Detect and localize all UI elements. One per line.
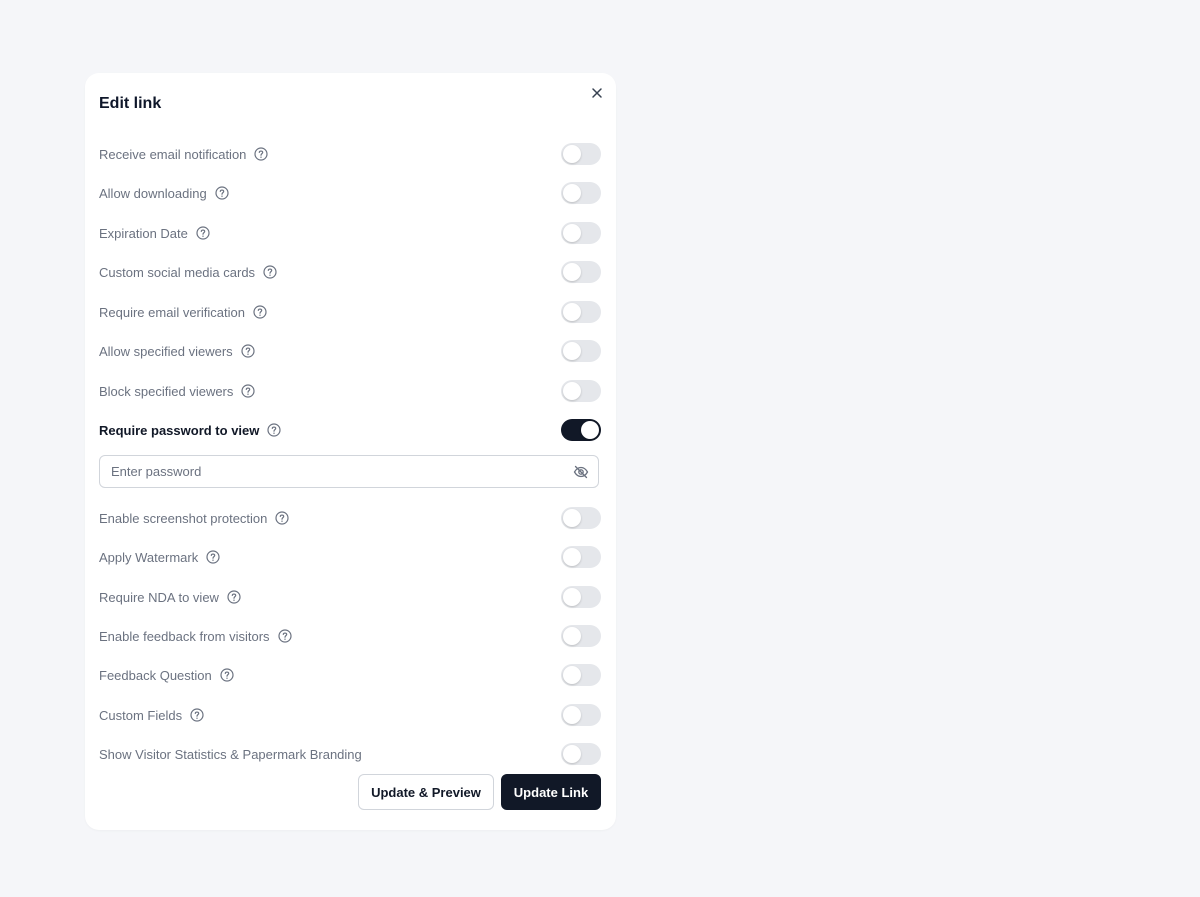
toggle-switch[interactable] xyxy=(561,419,601,441)
setting-row-feedback: Enable feedback from visitors xyxy=(99,624,601,648)
setting-label: Allow specified viewers xyxy=(99,343,233,359)
setting-row-social-cards: Custom social media cards xyxy=(99,260,601,284)
setting-row-expiration-date: Expiration Date xyxy=(99,221,601,245)
setting-label: Require password to view xyxy=(99,422,260,438)
setting-row-allow-downloading: Allow downloading xyxy=(99,181,601,205)
toggle-switch[interactable] xyxy=(561,143,601,165)
help-icon[interactable] xyxy=(196,226,210,240)
help-icon[interactable] xyxy=(277,629,292,643)
close-icon[interactable] xyxy=(589,85,605,101)
help-icon[interactable] xyxy=(267,423,281,437)
toggle-switch[interactable] xyxy=(561,704,601,726)
toggle-knob xyxy=(563,145,581,163)
help-icon[interactable] xyxy=(253,305,267,319)
dialog-title: Edit link xyxy=(99,95,162,112)
setting-row-email-verification: Require email verification xyxy=(99,300,601,324)
toggle-knob xyxy=(563,184,581,202)
toggle-knob xyxy=(563,706,581,724)
setting-label: Require email verification xyxy=(99,304,245,320)
help-icon[interactable] xyxy=(241,344,255,358)
setting-label: Block specified viewers xyxy=(99,383,234,399)
toggle-knob xyxy=(563,666,581,684)
setting-row-visitor-statistics: Show Visitor Statistics & Papermark Bran… xyxy=(99,742,601,766)
toggle-knob xyxy=(563,548,581,566)
setting-row-custom-fields: Custom Fields xyxy=(99,703,601,727)
setting-label: Receive email notification xyxy=(99,146,247,162)
toggle-knob xyxy=(563,509,581,527)
setting-label: Expiration Date xyxy=(99,225,188,241)
toggle-knob xyxy=(563,745,581,763)
help-icon[interactable] xyxy=(190,708,204,722)
help-icon[interactable] xyxy=(215,186,229,200)
setting-label: Custom social media cards xyxy=(99,264,256,280)
toggle-switch[interactable] xyxy=(561,380,601,402)
setting-label: Feedback Question xyxy=(99,667,212,683)
password-field xyxy=(99,455,599,488)
setting-row-screenshot-protection: Enable screenshot protection xyxy=(99,506,601,530)
setting-row-block-viewers: Block specified viewers xyxy=(99,379,601,403)
setting-label: Show Visitor Statistics & Papermark Bran… xyxy=(99,746,362,762)
toggle-switch[interactable] xyxy=(561,182,601,204)
toggle-switch[interactable] xyxy=(561,625,601,647)
update-link-button[interactable]: Update Link xyxy=(501,774,601,810)
setting-label: Allow downloading xyxy=(99,185,207,201)
setting-row-watermark: Apply Watermark xyxy=(99,545,601,569)
setting-label: Custom Fields xyxy=(99,707,183,723)
setting-row-feedback-question: Feedback Question xyxy=(99,663,601,687)
toggle-switch[interactable] xyxy=(561,586,601,608)
toggle-switch[interactable] xyxy=(561,743,601,765)
help-icon[interactable] xyxy=(241,384,255,398)
toggle-switch[interactable] xyxy=(561,222,601,244)
toggle-switch[interactable] xyxy=(561,261,601,283)
help-icon[interactable] xyxy=(227,590,241,604)
help-icon[interactable] xyxy=(263,265,277,279)
help-icon[interactable] xyxy=(254,147,269,161)
setting-row-allow-viewers: Allow specified viewers xyxy=(99,339,601,363)
setting-row-nda: Require NDA to view xyxy=(99,585,601,609)
toggle-switch[interactable] xyxy=(561,340,601,362)
setting-label: Require NDA to view xyxy=(99,589,219,605)
password-input[interactable] xyxy=(100,456,560,487)
setting-row-email-notification: Receive email notification xyxy=(99,142,601,166)
setting-label: Apply Watermark xyxy=(99,549,199,565)
toggle-switch[interactable] xyxy=(561,664,601,686)
toggle-knob xyxy=(563,303,581,321)
help-icon[interactable] xyxy=(206,550,220,564)
toggle-knob xyxy=(563,342,581,360)
toggle-switch[interactable] xyxy=(561,301,601,323)
setting-row-require-password: Require password to view xyxy=(99,418,601,442)
setting-label: Enable feedback from visitors xyxy=(99,628,270,644)
toggle-knob xyxy=(581,421,599,439)
toggle-knob xyxy=(563,382,581,400)
help-icon[interactable] xyxy=(220,668,234,682)
toggle-knob xyxy=(563,627,581,645)
help-icon[interactable] xyxy=(275,511,289,525)
toggle-switch[interactable] xyxy=(561,546,601,568)
setting-label: Enable screenshot protection xyxy=(99,510,268,526)
update-and-preview-button[interactable]: Update & Preview xyxy=(358,774,494,810)
edit-link-dialog: Edit link Receive email notification All… xyxy=(85,73,616,830)
toggle-switch[interactable] xyxy=(561,507,601,529)
toggle-knob xyxy=(563,224,581,242)
eye-off-icon[interactable] xyxy=(573,464,589,480)
toggle-knob xyxy=(563,263,581,281)
toggle-knob xyxy=(563,588,581,606)
